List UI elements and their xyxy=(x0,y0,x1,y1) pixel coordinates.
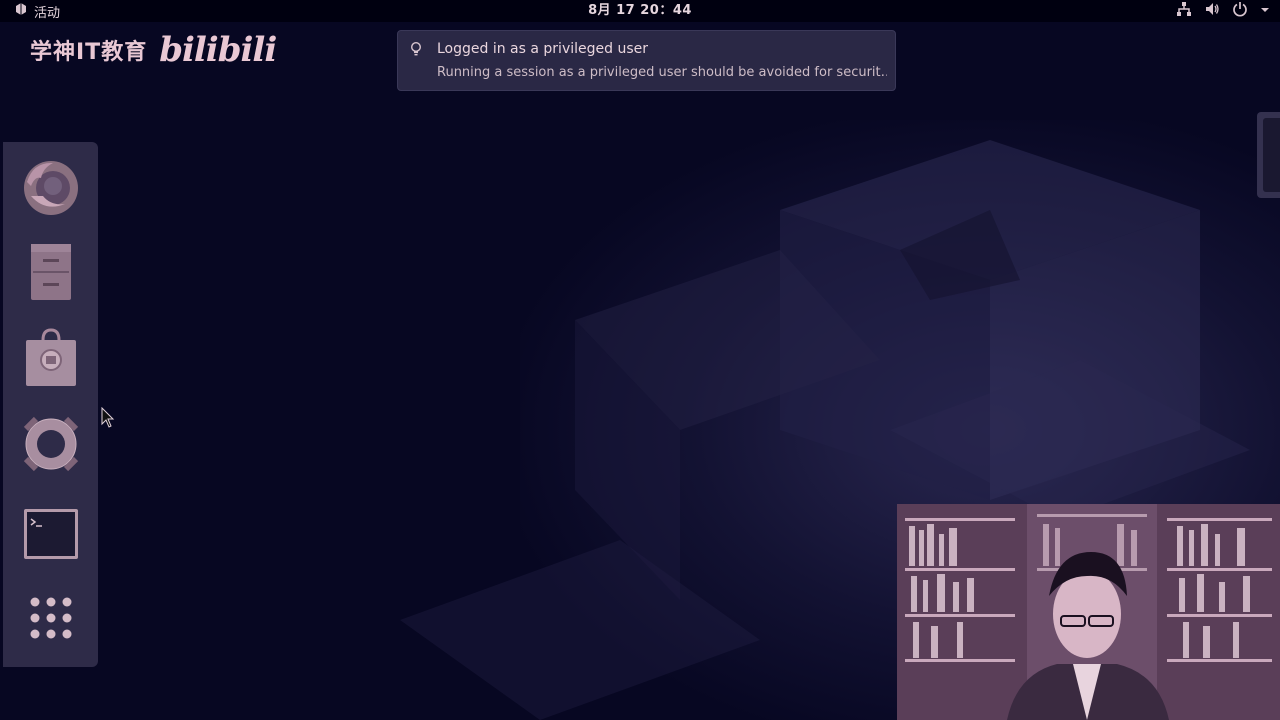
notification-body: Running a session as a privileged user s… xyxy=(437,65,887,80)
notification-banner[interactable]: Logged in as a privileged user Running a… xyxy=(397,30,896,91)
webcam-overlay xyxy=(897,504,1280,720)
software-bag-icon xyxy=(21,328,81,392)
dock xyxy=(3,142,98,667)
dock-item-firefox[interactable] xyxy=(21,160,81,220)
mouse-cursor-icon xyxy=(101,406,115,433)
volume-icon[interactable] xyxy=(1204,1,1220,21)
dock-item-software[interactable] xyxy=(21,328,81,392)
lifebuoy-icon xyxy=(21,414,81,478)
dock-item-terminal[interactable] xyxy=(21,506,81,566)
bilibili-logo: bilibili xyxy=(159,30,277,70)
chevron-down-icon[interactable] xyxy=(1260,4,1270,19)
dock-item-help[interactable] xyxy=(21,416,81,476)
clock[interactable]: 8月 17 20：44 xyxy=(0,0,1280,22)
watermark: 学神IT教育 bilibili xyxy=(30,30,277,70)
dock-item-show-applications[interactable] xyxy=(21,590,81,650)
top-bar: 活动 8月 17 20：44 xyxy=(0,0,1280,22)
edge-window[interactable] xyxy=(1257,112,1280,198)
system-tray[interactable] xyxy=(1176,0,1270,22)
app-grid-icon xyxy=(29,596,73,644)
dock-item-files[interactable] xyxy=(21,244,81,304)
file-cabinet-icon xyxy=(21,242,81,306)
watermark-text: 学神IT教育 xyxy=(30,40,148,65)
terminal-icon xyxy=(21,504,81,568)
firefox-icon xyxy=(21,158,81,222)
network-icon[interactable] xyxy=(1176,1,1192,21)
lightbulb-icon xyxy=(410,41,422,61)
power-icon[interactable] xyxy=(1232,1,1248,21)
notification-title: Logged in as a privileged user xyxy=(437,41,648,57)
